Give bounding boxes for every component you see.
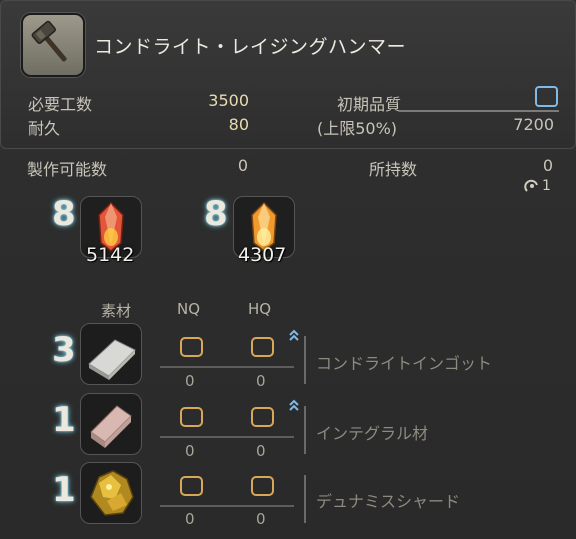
- material-2-underline: [160, 436, 294, 438]
- material-1-divider: [304, 336, 306, 384]
- hq-arrow-icon: [288, 397, 300, 411]
- durability-label: 耐久: [28, 119, 61, 138]
- craftable-label: 製作可能数: [27, 160, 108, 179]
- material-2-divider: [304, 406, 306, 454]
- crystal-2-held: 4307: [238, 244, 287, 266]
- required-work-value: 3500: [208, 91, 249, 110]
- material-1-name: コンドライトインゴット: [316, 354, 493, 373]
- nq-header: NQ: [177, 300, 201, 318]
- material-3-nq-slot[interactable]: [180, 476, 203, 496]
- material-2-nq-slot[interactable]: [180, 407, 203, 427]
- lumber-icon[interactable]: [80, 393, 142, 455]
- material-1-hq-slot[interactable]: [251, 337, 274, 357]
- crystal-1-required: 8: [52, 194, 76, 234]
- material-1-hq-held: 0: [256, 372, 266, 390]
- material-3-divider: [304, 475, 306, 523]
- material-3-name: デュナミスシャード: [316, 492, 461, 511]
- material-2-name: インテグラル材: [316, 424, 429, 443]
- material-2-hq-held: 0: [256, 442, 266, 460]
- quality-divider: [399, 110, 559, 112]
- material-3-hq-held: 0: [256, 510, 266, 528]
- shard-icon[interactable]: [80, 462, 142, 524]
- hq-header: HQ: [248, 300, 272, 318]
- material-2-nq-held: 0: [185, 442, 195, 460]
- material-2-hq-slot[interactable]: [251, 407, 274, 427]
- hammer-icon[interactable]: [21, 13, 85, 77]
- crystal-2-required: 8: [204, 194, 228, 234]
- materials-header: 素材: [101, 302, 132, 320]
- quality-cap-value: 7200: [513, 115, 554, 134]
- material-1-nq-slot[interactable]: [180, 337, 203, 357]
- recipe-header: コンドライト・レイジングハンマー 必要工数 3500 耐久 80 初期品質 (上…: [0, 0, 576, 149]
- hq-arrow-icon: [288, 327, 300, 341]
- initial-quality-label: 初期品質: [337, 95, 402, 114]
- material-2-count: 1: [52, 400, 76, 440]
- ingot-icon[interactable]: [80, 323, 142, 385]
- item-name: コンドライト・レイジングハンマー: [94, 36, 407, 58]
- initial-quality-slot[interactable]: [535, 86, 558, 107]
- quality-cap-label: (上限50%): [317, 119, 398, 138]
- crafting-recipe-panel: コンドライト・レイジングハンマー 必要工数 3500 耐久 80 初期品質 (上…: [0, 0, 576, 539]
- owned-value: 0: [542, 156, 553, 175]
- owned-label: 所持数: [369, 160, 418, 179]
- required-work-label: 必要工数: [28, 95, 93, 114]
- craftable-value: 0: [237, 156, 248, 175]
- material-3-nq-held: 0: [185, 510, 195, 528]
- durability-value: 80: [228, 115, 249, 134]
- material-3-count: 1: [52, 470, 76, 510]
- retainer-icon: [524, 178, 540, 198]
- material-3-hq-slot[interactable]: [251, 476, 274, 496]
- crystal-1-held: 5142: [86, 244, 135, 266]
- material-3-underline: [160, 505, 294, 507]
- material-1-count: 3: [52, 330, 76, 370]
- material-1-nq-held: 0: [185, 372, 195, 390]
- owned-sub-value: 1: [542, 178, 551, 194]
- material-1-underline: [160, 366, 294, 368]
